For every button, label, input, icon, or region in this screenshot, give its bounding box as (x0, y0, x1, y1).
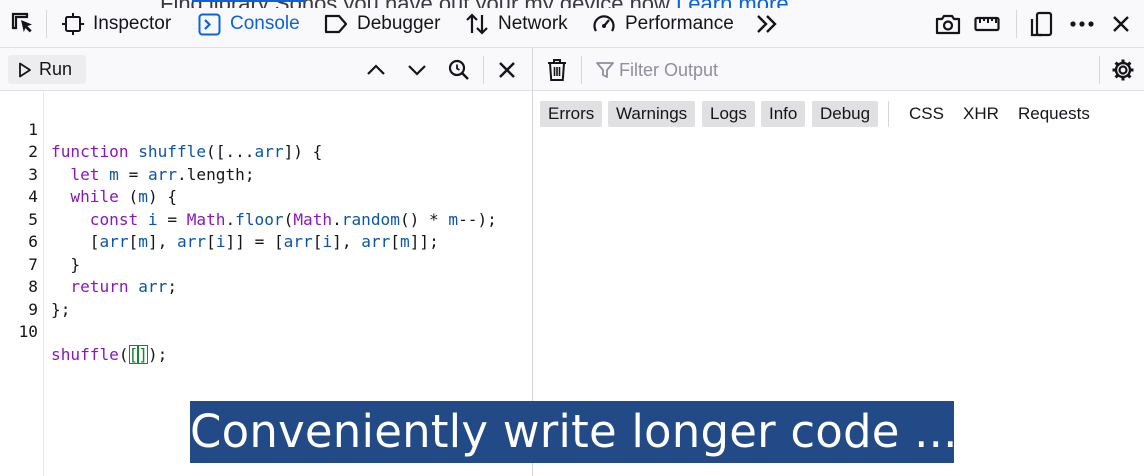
clear-console-button[interactable] (545, 58, 569, 82)
gear-icon (1112, 59, 1134, 81)
double-chevron-right-icon (757, 15, 777, 33)
code-text: shuffle([]); (51, 344, 168, 364)
close-editor-button[interactable] (495, 58, 519, 82)
console-icon (198, 13, 221, 35)
inspector-icon (62, 13, 84, 35)
close-icon (499, 62, 515, 78)
filter-css-button[interactable]: CSS (901, 101, 952, 127)
filter-logs-button[interactable]: Logs (702, 101, 755, 127)
code-line: 9 (0, 276, 532, 319)
filter-errors-button[interactable]: Errors (540, 101, 603, 127)
devtools-toolbar: Find library Sonos you have out your my … (0, 0, 1144, 48)
code-line: 7 return arr; (0, 231, 532, 297)
element-picker-icon (11, 12, 32, 33)
console-settings-button[interactable] (1111, 58, 1135, 82)
tab-inspector[interactable]: Inspector (62, 0, 171, 48)
filter-debug-button[interactable]: Debug (812, 101, 879, 127)
editor-toolbar-separator (483, 56, 484, 84)
filter-info-button[interactable]: Info (761, 101, 806, 127)
code-line: 5 [arr[m], arr[i]] = [arr[i], arr[m]]; (0, 186, 532, 252)
code-line: 1 function shuffle([...arr]) { (0, 96, 532, 162)
code-line: 3 while (m) { (0, 141, 532, 207)
code-line: 4 const i = Math.floor(Math.random() * m… (0, 164, 532, 229)
tab-performance-label: Performance (625, 13, 734, 34)
responsive-design-icon (1030, 11, 1053, 37)
performance-icon (593, 15, 615, 32)
filter-separator (888, 101, 889, 127)
history-next-button[interactable] (405, 58, 429, 82)
console-toolbar-separator (1099, 56, 1100, 84)
chevron-up-icon (367, 64, 385, 75)
filter-xhr-button[interactable]: XHR (955, 101, 1007, 127)
element-picker-button[interactable] (10, 0, 36, 48)
tab-console-label: Console (230, 13, 300, 34)
chevron-down-icon (408, 65, 426, 76)
close-icon (1113, 16, 1129, 32)
history-previous-button[interactable] (364, 58, 388, 82)
console-toolbar-separator (581, 56, 582, 84)
camera-icon (935, 14, 961, 35)
options-menu-button[interactable] (1069, 0, 1095, 48)
tab-inspector-label: Inspector (93, 13, 172, 34)
tab-network[interactable]: Network (465, 0, 568, 48)
tab-debugger[interactable]: Debugger (324, 0, 440, 48)
run-label: Run (39, 59, 73, 79)
run-button[interactable]: Run (8, 55, 86, 84)
filter-requests-button[interactable]: Requests (1010, 101, 1098, 127)
toolbar-separator (1016, 10, 1017, 38)
video-caption: Conveniently write longer code ... (190, 401, 958, 463)
code-line: 6 } (0, 209, 532, 274)
filter-warnings-button[interactable]: Warnings (608, 101, 696, 127)
debugger-icon (324, 14, 348, 34)
tab-performance[interactable]: Performance (592, 0, 734, 48)
play-icon (19, 62, 31, 77)
screenshot-button[interactable] (935, 0, 961, 48)
filter-output-input[interactable] (593, 57, 1073, 83)
tab-console[interactable]: Console (192, 0, 306, 48)
code-line: 10 shuffle([]); (0, 299, 532, 364)
line-number: 10 (18, 322, 38, 341)
editor-toolbar: Run (0, 48, 532, 91)
code-line: 2 let m = arr.length; (0, 119, 532, 184)
trash-icon (548, 59, 566, 81)
matching-bracket-close: ] (138, 344, 148, 364)
responsive-mode-button[interactable] (1030, 0, 1054, 48)
log-level-filter-bar: Errors Warnings Logs Info Debug CSS XHR … (533, 92, 1144, 134)
close-devtools-button[interactable] (1111, 0, 1131, 48)
search-icon (448, 59, 469, 80)
console-toolbar (533, 48, 1144, 91)
ruler-icon (974, 16, 1000, 32)
tab-debugger-label: Debugger (357, 13, 441, 34)
reverse-search-button[interactable] (447, 58, 471, 82)
tab-network-label: Network (498, 13, 568, 34)
more-tools-button[interactable] (756, 0, 778, 48)
more-horizontal-icon (1070, 21, 1094, 27)
toolbar-separator (46, 10, 47, 38)
code-line: 8 }; (0, 254, 532, 319)
rulers-button[interactable] (974, 0, 1000, 48)
network-icon (466, 13, 488, 35)
